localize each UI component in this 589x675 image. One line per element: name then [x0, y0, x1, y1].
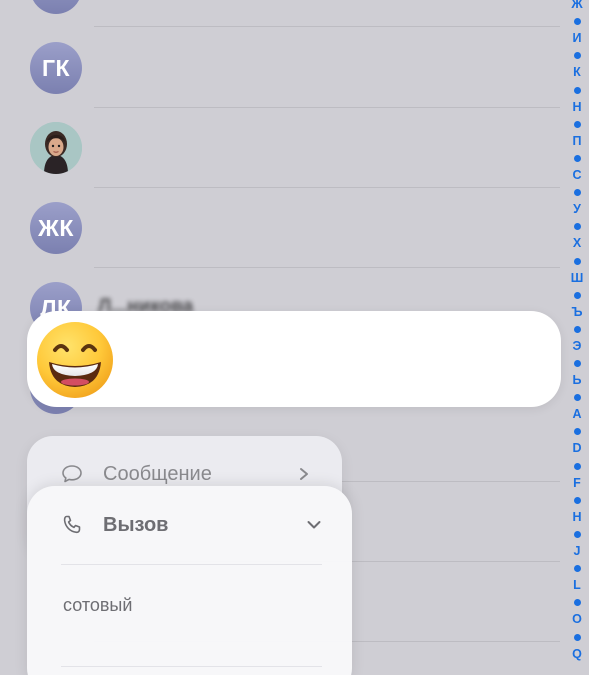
- index-dot[interactable]: [573, 291, 581, 299]
- contact-avatar[interactable]: ЖК: [30, 202, 82, 254]
- index-letter[interactable]: С: [572, 167, 581, 184]
- alphabet-index[interactable]: Ж И К Н П С У Х Ш Ъ Э Ь A D F H J L O Q: [569, 0, 585, 663]
- index-dot[interactable]: [573, 428, 581, 436]
- index-dot[interactable]: [573, 52, 581, 60]
- index-dot[interactable]: [573, 462, 581, 470]
- index-dot[interactable]: [573, 223, 581, 231]
- index-dot[interactable]: [573, 633, 581, 641]
- index-dot[interactable]: [573, 18, 581, 26]
- call-action[interactable]: Вызов: [27, 505, 352, 545]
- reaction-card[interactable]: [27, 311, 561, 407]
- index-dot[interactable]: [573, 565, 581, 573]
- index-letter[interactable]: A: [572, 406, 581, 423]
- index-dot[interactable]: [573, 189, 581, 197]
- index-letter[interactable]: Ш: [571, 270, 584, 287]
- index-letter[interactable]: У: [573, 201, 581, 218]
- phone-icon: [59, 512, 85, 538]
- contact-avatar[interactable]: ГК: [30, 42, 82, 94]
- index-letter[interactable]: Э: [573, 338, 582, 355]
- index-letter[interactable]: П: [573, 133, 582, 150]
- chevron-down-icon: [306, 517, 322, 533]
- index-letter[interactable]: И: [573, 30, 582, 47]
- index-dot[interactable]: [573, 325, 581, 333]
- index-dot[interactable]: [573, 360, 581, 368]
- index-letter[interactable]: Н: [572, 99, 581, 116]
- contacts-screen: ГК ЖК ЛК Л...никова Ж И К Н П С У Х Ш Ъ …: [0, 0, 589, 675]
- menu-divider: [61, 666, 322, 667]
- index-letter[interactable]: Q: [572, 646, 582, 663]
- index-letter[interactable]: D: [572, 440, 581, 457]
- index-dot[interactable]: [573, 154, 581, 162]
- index-letter[interactable]: H: [572, 509, 581, 526]
- call-label: Вызов: [103, 513, 169, 536]
- index-dot[interactable]: [573, 394, 581, 402]
- memoji-portrait-icon: [30, 122, 82, 174]
- avatar-initials: ЖК: [38, 214, 74, 241]
- contact-avatar[interactable]: [30, 0, 82, 14]
- index-letter[interactable]: Ж: [571, 0, 582, 13]
- row-separator: [94, 26, 560, 27]
- index-dot[interactable]: [573, 257, 581, 265]
- index-letter[interactable]: К: [573, 64, 581, 81]
- index-letter[interactable]: L: [573, 577, 581, 594]
- index-letter[interactable]: F: [573, 475, 581, 492]
- index-letter[interactable]: Ь: [573, 372, 582, 389]
- index-letter[interactable]: O: [572, 611, 582, 628]
- message-label: Сообщение: [103, 462, 212, 485]
- index-dot[interactable]: [573, 531, 581, 538]
- index-dot[interactable]: [573, 599, 581, 607]
- index-dot[interactable]: [573, 86, 581, 94]
- index-letter[interactable]: Ъ: [572, 304, 583, 321]
- row-separator: [94, 267, 560, 268]
- call-option-mobile[interactable]: сотовый: [63, 595, 132, 616]
- menu-divider: [61, 564, 322, 565]
- index-letter[interactable]: Х: [573, 235, 581, 252]
- index-letter[interactable]: J: [574, 543, 581, 560]
- contact-photo-avatar[interactable]: [30, 122, 82, 174]
- row-separator: [94, 107, 560, 108]
- grinning-face-emoji-icon: [37, 322, 113, 398]
- index-dot[interactable]: [573, 120, 581, 128]
- call-menu: Вызов сотовый: [27, 486, 352, 675]
- speech-bubble-icon: [59, 461, 85, 487]
- index-dot[interactable]: [573, 496, 581, 504]
- row-separator: [94, 187, 560, 188]
- avatar-initials: ГК: [41, 54, 71, 81]
- chevron-right-icon: [296, 466, 312, 482]
